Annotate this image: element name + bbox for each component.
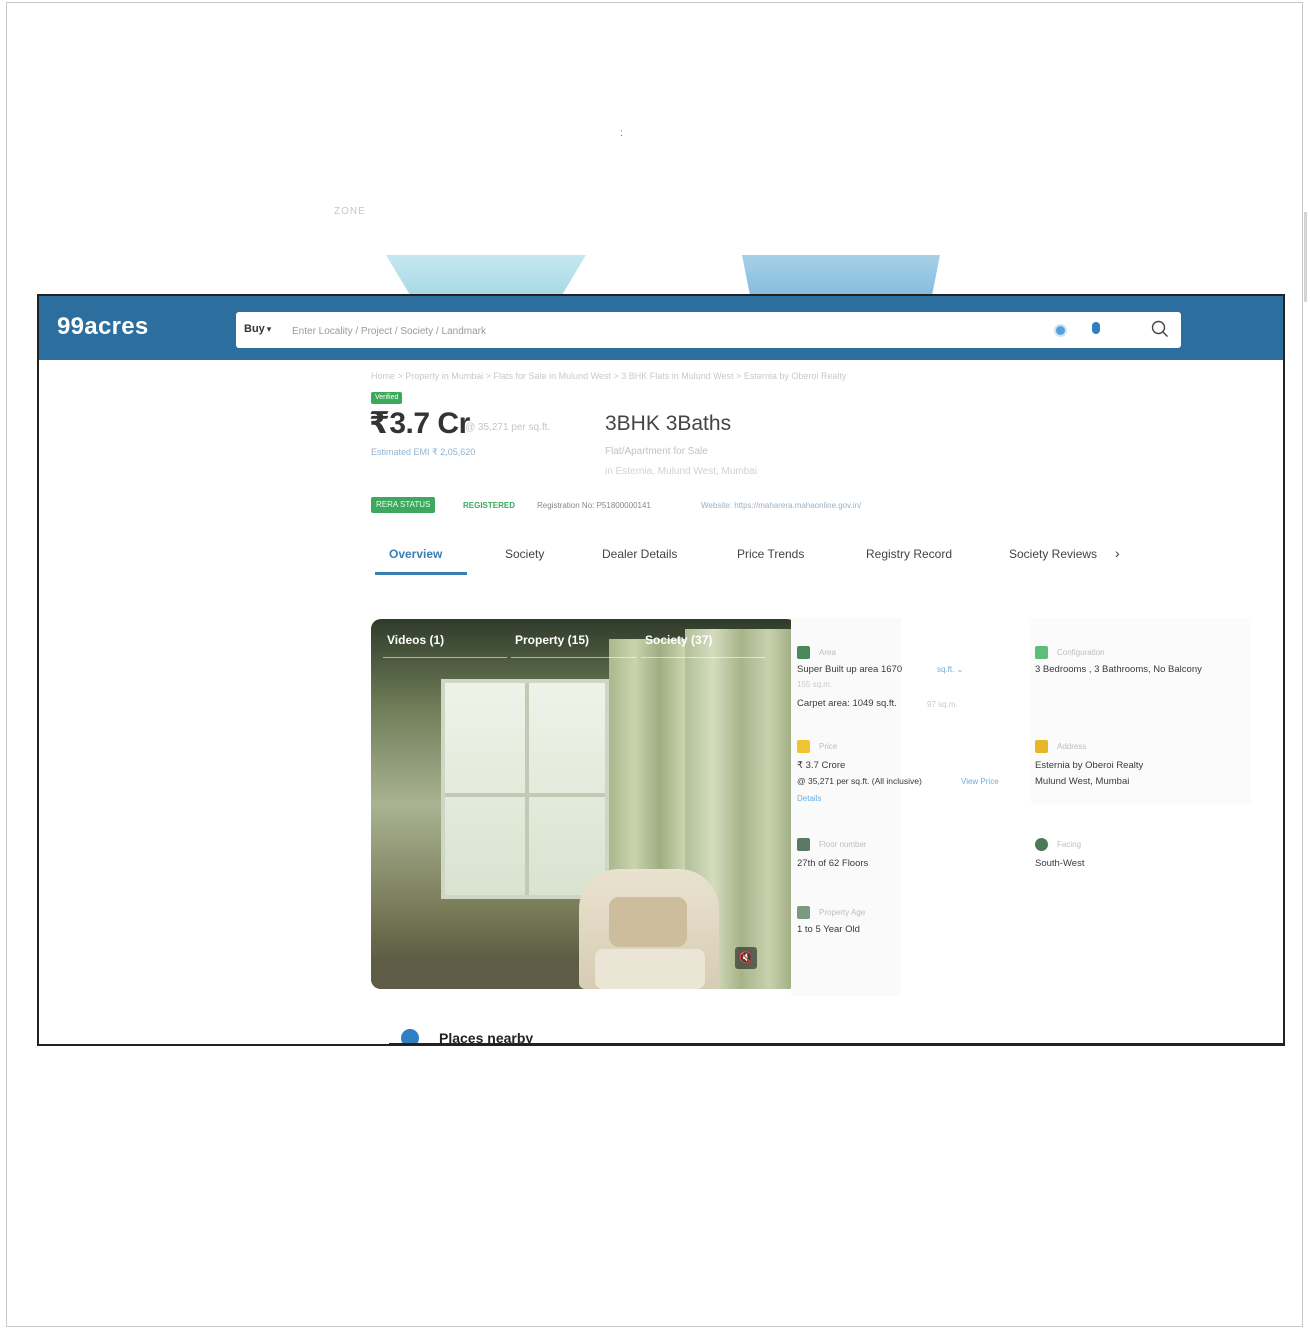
property-subtype: Flat/Apartment for Sale — [605, 446, 708, 457]
mute-icon[interactable]: 🔇 — [735, 947, 757, 969]
chevron-right-icon[interactable]: › — [1115, 545, 1120, 561]
address-label: Address — [1057, 742, 1087, 751]
location-icon[interactable] — [1054, 324, 1067, 337]
gallery-tab-society[interactable]: Society (37) — [645, 633, 712, 647]
super-built-up-area: Super Built up area 1670 — [797, 664, 903, 675]
site-logo[interactable]: 99acres — [57, 313, 149, 341]
section-tabs: Overview Society Dealer Details Price Tr… — [371, 536, 1131, 578]
rera-website-link[interactable]: Website: https://maharera.mahaonline.gov… — [701, 501, 861, 510]
floor-label: Floor number — [819, 840, 867, 849]
active-tab-indicator — [375, 572, 467, 575]
rera-registration-number: Registration No: P51800000141 — [537, 501, 651, 510]
price-per-sqft-detail: @ 35,271 per sq.ft. (All inclusive) — [797, 776, 922, 786]
search-bar: Buy ▾ — [236, 312, 1181, 348]
tab-price-trends[interactable]: Price Trends — [737, 547, 804, 561]
decorative-shape-right — [742, 255, 940, 295]
listing-price: ₹3.7 Cr — [369, 407, 470, 440]
gallery-tab-divider — [511, 657, 637, 658]
gallery-photo-window — [441, 679, 609, 899]
price-tag-icon — [797, 740, 810, 753]
gallery-tab-property[interactable]: Property (15) — [515, 633, 589, 647]
rera-status-badge[interactable]: RERA STATUS — [371, 497, 436, 513]
search-input[interactable] — [290, 320, 1034, 342]
media-gallery[interactable]: Videos (1) Property (15) Society (37) 🔇 — [371, 619, 797, 989]
decorative-shape-left — [386, 255, 586, 295]
site-header: 99acres Buy ▾ — [39, 296, 1283, 360]
area-label: Area — [819, 648, 836, 657]
facing-value: South-West — [1035, 858, 1085, 869]
section-divider — [389, 1043, 1283, 1044]
edge-line — [1304, 212, 1307, 302]
property-age-value: 1 to 5 Year Old — [797, 924, 860, 935]
price-per-sqft: @ 35,271 per sq.ft. — [465, 422, 551, 433]
configuration-value: 3 Bedrooms , 3 Bathrooms, No Balcony — [1035, 664, 1202, 675]
emi-estimate[interactable]: Estimated EMI ₹ 2,05,620 — [371, 447, 475, 458]
property-details-panel: Area Super Built up area 1670 sq.ft. ⌄ 1… — [791, 618, 1251, 998]
tab-dealer-details[interactable]: Dealer Details — [602, 547, 677, 561]
facing-label: Facing — [1057, 840, 1082, 849]
super-area-sub: 155 sq.m. — [797, 680, 833, 689]
buy-dropdown-label: Buy — [244, 323, 265, 335]
property-address: in Esternia, Mulund West, Mumbai — [605, 466, 758, 477]
area-icon — [797, 646, 810, 659]
price-value: ₹ 3.7 Crore — [797, 760, 846, 771]
verified-badge: Verified — [371, 392, 403, 404]
tab-society[interactable]: Society — [505, 547, 544, 561]
rera-registered-label: REGISTERED — [463, 501, 516, 510]
search-icon[interactable] — [1150, 319, 1170, 339]
floor-icon — [797, 838, 810, 851]
gallery-photo-cushion — [609, 897, 687, 947]
price-label: Price — [819, 742, 838, 751]
price-details-link[interactable]: Details — [797, 794, 821, 803]
browser-viewport: 99acres Buy▾ Home > Property in Mumbai >… — [37, 294, 1285, 1046]
gallery-tab-videos[interactable]: Videos (1) — [387, 633, 444, 647]
gallery-tab-divider — [383, 657, 507, 658]
faint-text: ZONE — [334, 206, 366, 217]
property-title: 3BHK 3Baths — [605, 412, 732, 435]
compass-icon — [1035, 838, 1048, 851]
area-unit-label: sq.ft. — [937, 665, 955, 674]
gallery-photo-seat — [595, 949, 705, 989]
bed-icon — [1035, 646, 1048, 659]
tab-registry-record[interactable]: Registry Record — [866, 547, 952, 561]
view-price-link[interactable]: View Price — [961, 777, 999, 786]
gallery-tabs: Videos (1) Property (15) Society (37) — [371, 619, 797, 661]
area-unit-dropdown[interactable]: sq.ft. ⌄ — [937, 665, 963, 674]
tab-society-reviews[interactable]: Society Reviews — [1009, 547, 1097, 561]
tab-overview[interactable]: Overview — [389, 547, 442, 561]
property-age-icon — [797, 906, 810, 919]
stray-mark: : — [620, 128, 623, 139]
building-icon — [1035, 740, 1048, 753]
gallery-photo-floor — [371, 959, 581, 989]
breadcrumb[interactable]: Home > Property in Mumbai > Flats for Sa… — [371, 371, 846, 381]
window-mullion — [525, 683, 529, 895]
chevron-down-icon: ▾ — [266, 324, 272, 334]
microphone-icon[interactable] — [1092, 322, 1100, 334]
buy-dropdown[interactable]: Buy ▾ — [244, 323, 271, 335]
property-age-label: Property Age — [819, 908, 866, 917]
configuration-label: Configuration — [1057, 648, 1105, 657]
gallery-tab-divider — [641, 657, 765, 658]
floor-value: 27th of 62 Floors — [797, 858, 869, 869]
chevron-down-icon: ⌄ — [956, 665, 964, 674]
carpet-area: Carpet area: 1049 sq.ft. — [797, 698, 897, 709]
address-line-2: Mulund West, Mumbai — [1035, 776, 1130, 787]
address-line-1: Esternia by Oberoi Realty — [1035, 760, 1144, 771]
carpet-area-sub: 97 sq.m. — [927, 700, 958, 709]
